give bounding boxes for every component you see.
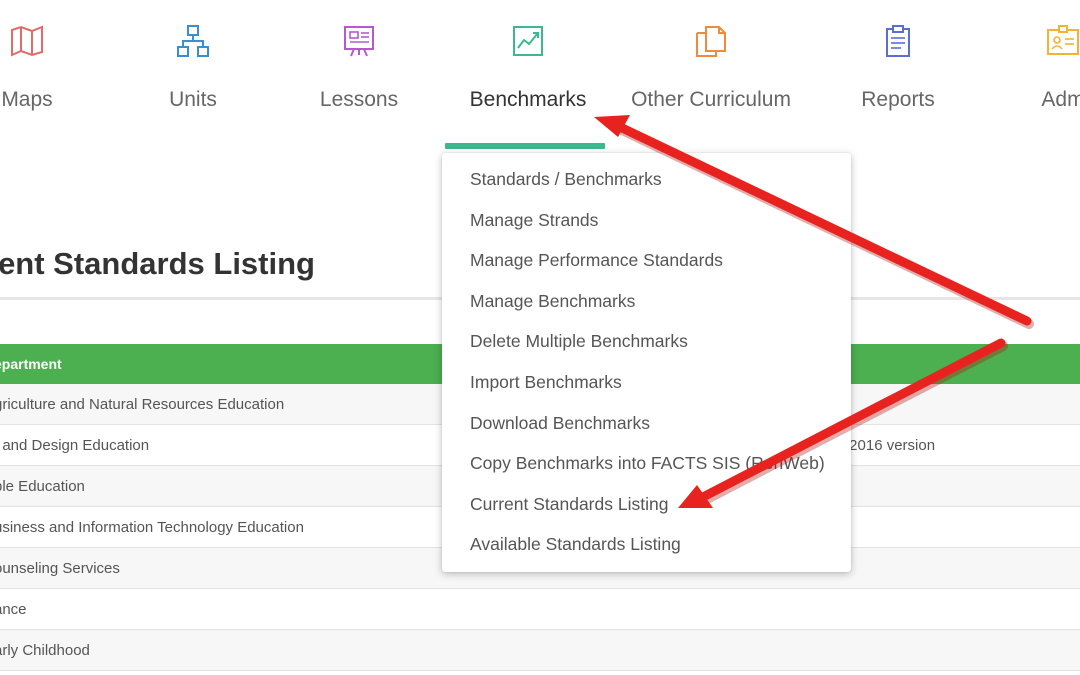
department-cell: griculture and Natural Resources Educati… [0, 395, 285, 413]
menu-item-manage-performance-standards[interactable]: Manage Performance Standards [442, 240, 851, 281]
nav-item-benchmarks[interactable]: Benchmarks [443, 0, 613, 150]
department-cell: ance [0, 600, 27, 618]
nav-label: Other Curriculum [631, 88, 791, 111]
department-cell: t and Design Education [0, 436, 150, 454]
benchmarks-dropdown-menu: Standards / Benchmarks Manage Strands Ma… [442, 153, 851, 572]
department-cell: ounseling Services [0, 559, 120, 577]
nav-item-other-curriculum[interactable]: Other Curriculum [626, 0, 796, 150]
department-cell: arly Childhood [0, 641, 90, 659]
id-card-icon [1047, 25, 1079, 55]
nav-label: Reports [861, 88, 935, 111]
presentation-icon [344, 26, 374, 57]
menu-item-import-benchmarks[interactable]: Import Benchmarks [442, 362, 851, 403]
nav-label: Units [169, 88, 217, 111]
menu-item-standards-benchmarks[interactable]: Standards / Benchmarks [442, 159, 851, 200]
nav-item-lessons[interactable]: Lessons [274, 0, 444, 150]
menu-item-available-standards-listing[interactable]: Available Standards Listing [442, 524, 851, 565]
nav-label: Benchmarks [469, 88, 587, 111]
menu-item-current-standards-listing[interactable]: Current Standards Listing [442, 484, 851, 525]
table-row[interactable]: ance [0, 589, 1080, 630]
nav-label: Lessons [319, 88, 399, 111]
nav-item-units[interactable]: Units [108, 0, 278, 150]
department-cell: ble Education [0, 477, 85, 495]
column-header-department[interactable]: epartment [0, 356, 62, 372]
menu-item-manage-benchmarks[interactable]: Manage Benchmarks [442, 281, 851, 322]
menu-item-copy-benchmarks-facts[interactable]: Copy Benchmarks into FACTS SIS (RenWeb) [442, 443, 851, 484]
department-cell: usiness and Information Technology Educa… [0, 518, 304, 536]
table-row[interactable]: arly Childhood [0, 630, 1080, 671]
documents-icon [696, 26, 726, 57]
menu-item-download-benchmarks[interactable]: Download Benchmarks [442, 403, 851, 444]
hierarchy-icon [177, 25, 209, 57]
nav-label: Adm [1041, 88, 1080, 111]
top-nav: Maps Units Lessons Benchmarks Other Curr… [0, 0, 1080, 150]
nav-item-reports[interactable]: Reports [813, 0, 983, 150]
page-title: rent Standards Listing [0, 246, 315, 281]
active-tab-indicator [445, 143, 605, 149]
nav-item-admin[interactable]: Adm [978, 0, 1080, 150]
nav-label: Maps [1, 88, 53, 111]
menu-item-delete-multiple-benchmarks[interactable]: Delete Multiple Benchmarks [442, 321, 851, 362]
menu-item-manage-strands[interactable]: Manage Strands [442, 200, 851, 241]
chart-line-icon [513, 26, 543, 56]
nav-item-maps[interactable]: Maps [0, 0, 112, 150]
clipboard-icon [886, 25, 910, 57]
map-icon [11, 25, 43, 57]
